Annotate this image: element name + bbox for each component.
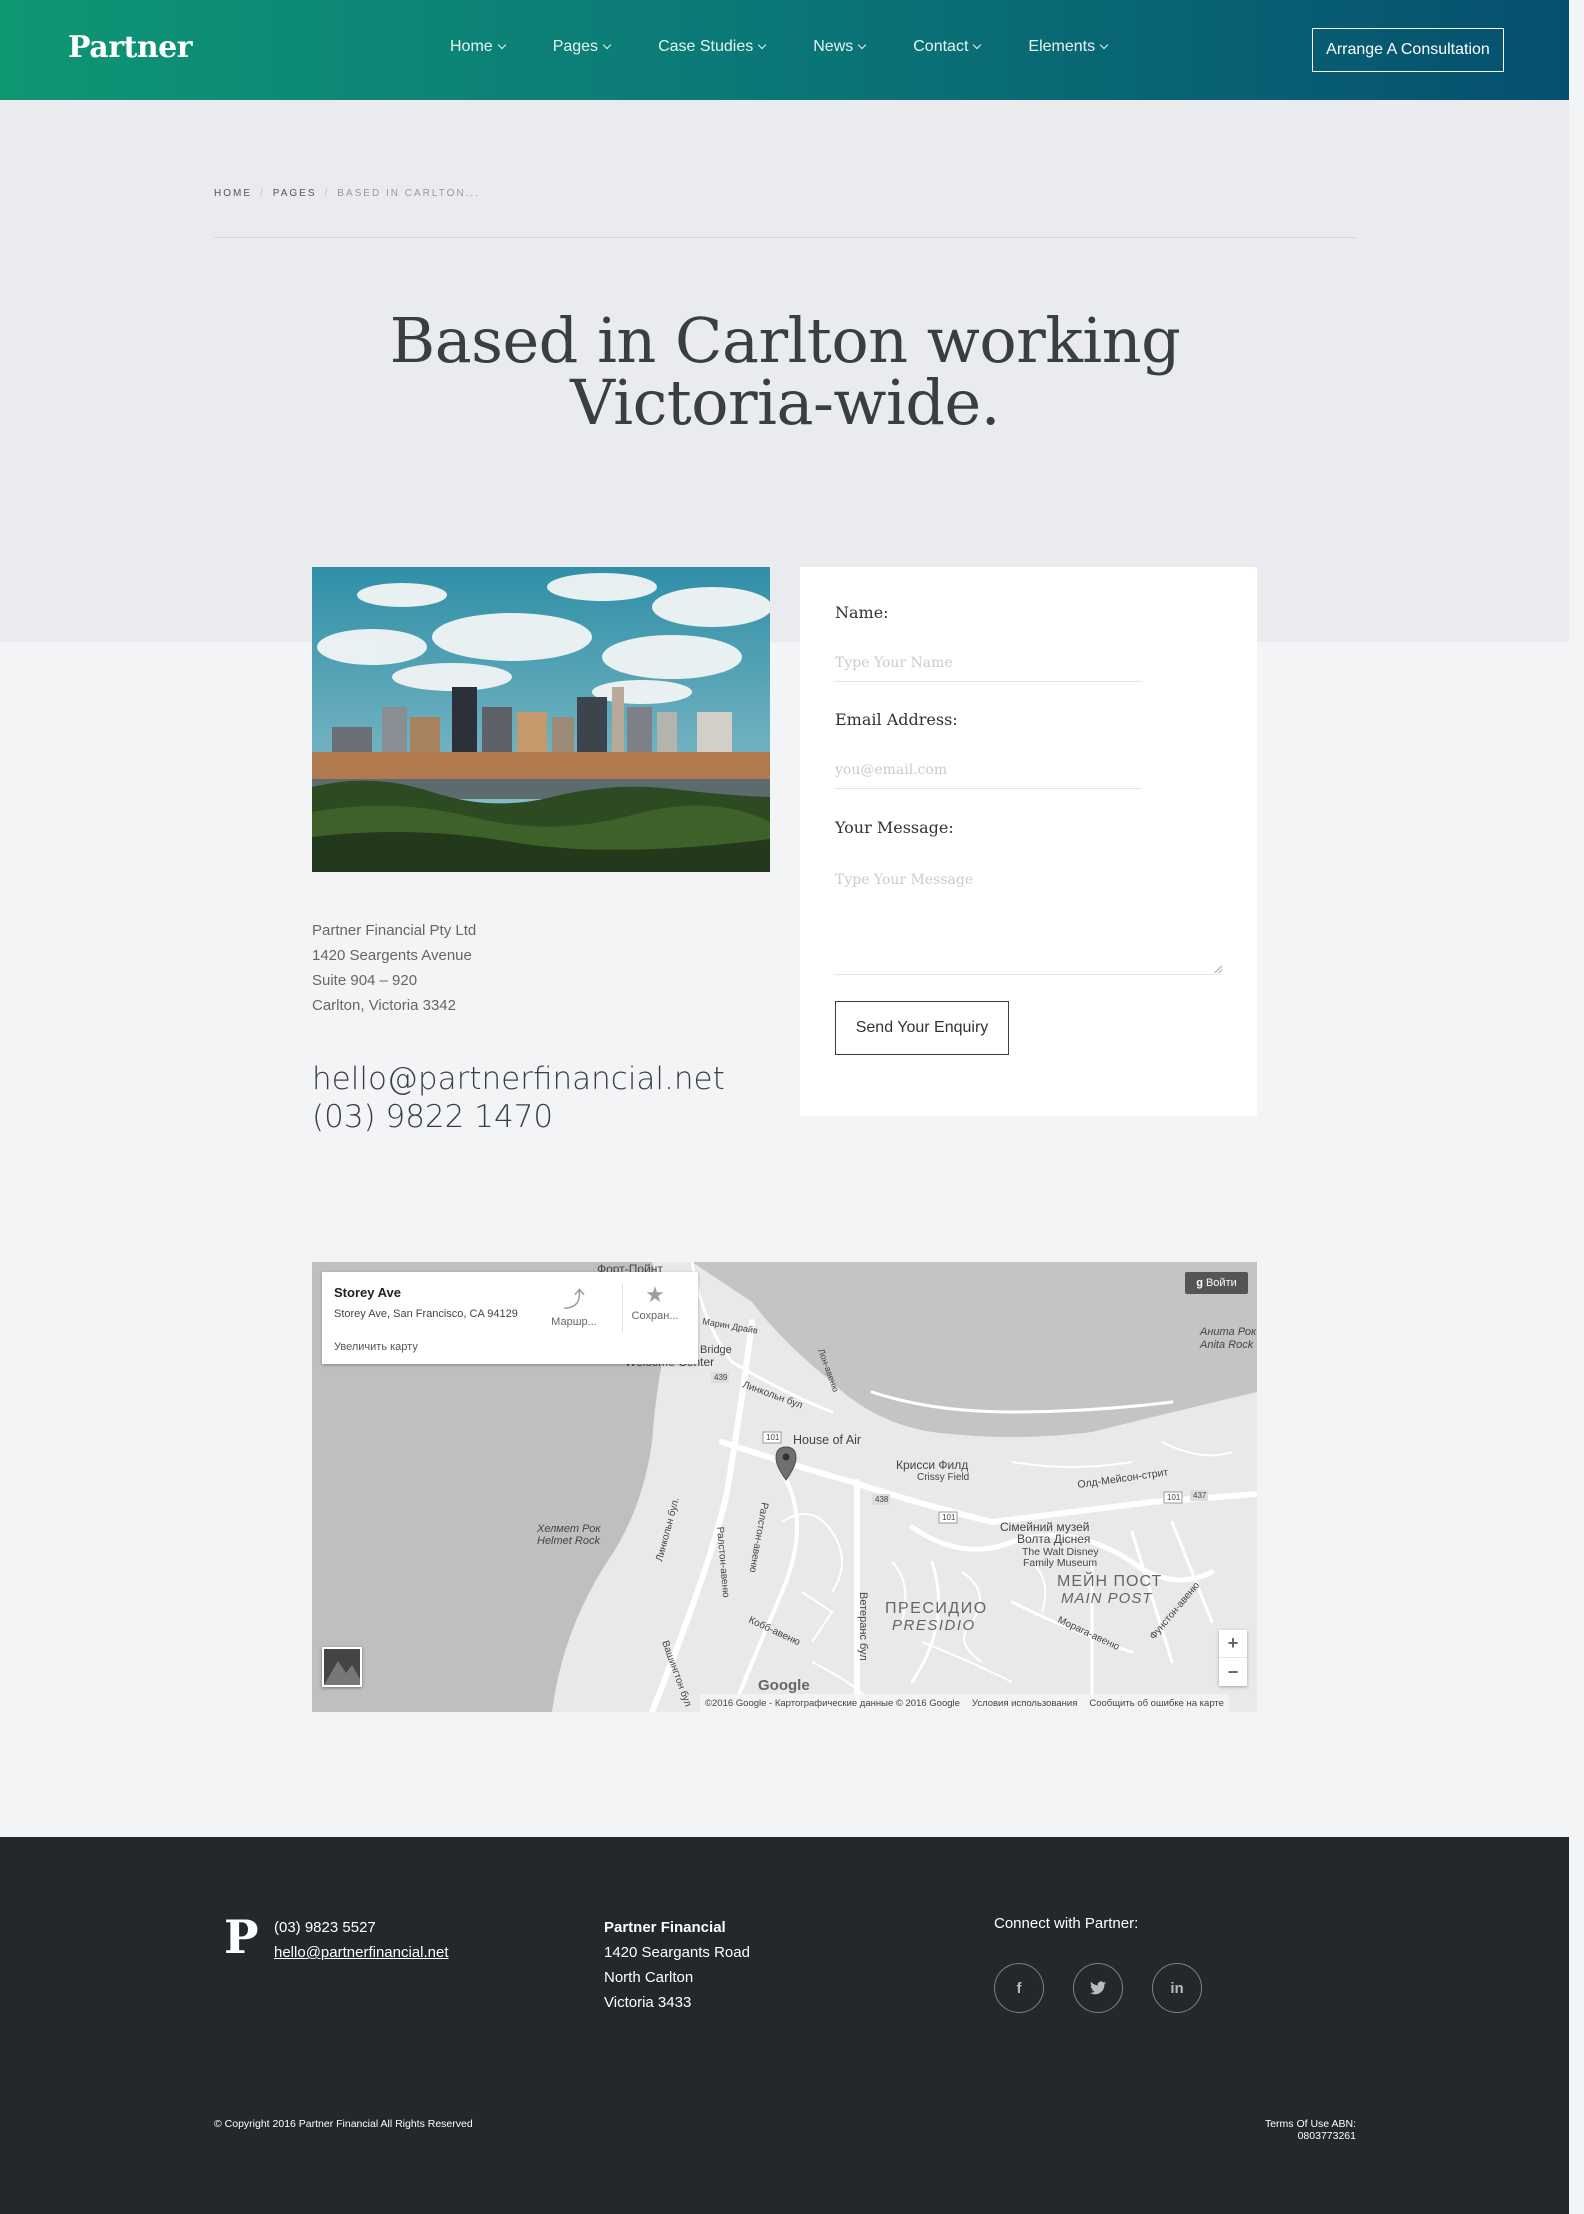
- footer-logo[interactable]: P: [224, 1910, 259, 1964]
- breadcrumb: HOME / PAGES / BASED IN CARLTON...: [214, 188, 480, 199]
- site-header: Partner Home Pages Case Studies News Con…: [0, 0, 1569, 100]
- svg-text:PRESIDIO: PRESIDIO: [892, 1617, 976, 1634]
- breadcrumb-pages[interactable]: PAGES: [273, 188, 317, 199]
- city-skyline-photo: [312, 567, 770, 872]
- footer-phone[interactable]: (03) 9823 5527: [274, 1915, 449, 1940]
- facebook-icon: f: [1016, 1979, 1022, 1997]
- map-report-link[interactable]: Сообщить об ошибке на карте: [1089, 1698, 1224, 1709]
- nav-pages[interactable]: Pages: [553, 38, 612, 56]
- linkedin-button[interactable]: in: [1152, 1963, 1202, 2013]
- chevron-down-icon: [497, 40, 506, 50]
- zoom-out-button[interactable]: −: [1219, 1658, 1247, 1686]
- contact-phone[interactable]: (03) 9822 1470: [312, 1098, 725, 1136]
- email-input[interactable]: [835, 751, 1141, 789]
- svg-text:Crissy Field: Crissy Field: [917, 1472, 969, 1483]
- svg-text:Ветеранс бул: Ветеранс бул: [857, 1592, 869, 1661]
- enquiry-form: Name: Email Address: Your Message: Send …: [800, 567, 1257, 1116]
- map-place-address: Storey Ave, San Francisco, CA 94129: [334, 1308, 518, 1320]
- arrange-consultation-button[interactable]: Arrange A Consultation: [1312, 28, 1504, 72]
- svg-text:101: 101: [942, 1513, 956, 1522]
- contact-email[interactable]: hello@partnerfinancial.net: [312, 1060, 725, 1098]
- map-login-button[interactable]: g Войти: [1185, 1272, 1248, 1294]
- directions-icon: ⤴: [562, 1287, 585, 1312]
- location-map[interactable]: Форт-Пойнт Марин Драйв Bridge Welcome Ce…: [312, 1262, 1257, 1712]
- svg-text:Helmet Rock: Helmet Rock: [537, 1535, 600, 1547]
- chevron-down-icon: [757, 40, 767, 50]
- satellite-view-toggle[interactable]: [322, 1647, 362, 1687]
- svg-text:101: 101: [1167, 1493, 1181, 1502]
- star-icon: ★: [645, 1282, 665, 1307]
- contact-details: hello@partnerfinancial.net (03) 9822 147…: [312, 1060, 725, 1136]
- email-label: Email Address:: [835, 710, 958, 729]
- map-info-card: Storey Ave Storey Ave, San Francisco, CA…: [322, 1272, 698, 1364]
- svg-text:Анита Рок: Анита Рок: [1199, 1326, 1257, 1338]
- site-logo[interactable]: Partner: [68, 30, 193, 65]
- copyright-text: © Copyright 2016 Partner Financial All R…: [214, 2118, 473, 2130]
- svg-text:Хелмет Рок: Хелмет Рок: [536, 1523, 601, 1535]
- svg-text:МЕЙН ПОСТ: МЕЙН ПОСТ: [1057, 1571, 1162, 1590]
- main-nav: Home Pages Case Studies News Contact Ele…: [450, 38, 1155, 56]
- message-textarea[interactable]: [835, 867, 1222, 975]
- footer-contact: (03) 9823 5527 hello@partnerfinancial.ne…: [274, 1915, 449, 1965]
- map-zoom-control: + −: [1219, 1630, 1247, 1686]
- svg-text:Family Museum: Family Museum: [1023, 1557, 1097, 1569]
- map-attribution: ©2016 Google - Картографические данные ©…: [700, 1694, 1229, 1712]
- footer-address: Partner Financial 1420 Seargants Road No…: [604, 1919, 750, 2011]
- svg-text:Anita Rock: Anita Rock: [1199, 1339, 1254, 1351]
- nav-home[interactable]: Home: [450, 38, 506, 56]
- linkedin-icon: in: [1170, 1979, 1184, 1997]
- terms-link[interactable]: Terms Of Use ABN: 0803773261: [1213, 2118, 1356, 2142]
- textarea-resize-handle[interactable]: [1214, 965, 1222, 973]
- directions-button[interactable]: ⤴ Маршр...: [544, 1282, 604, 1328]
- svg-text:MAIN POST: MAIN POST: [1061, 1590, 1153, 1607]
- svg-text:439: 439: [714, 1373, 728, 1382]
- chevron-down-icon: [1099, 40, 1109, 50]
- nav-elements[interactable]: Elements: [1028, 38, 1109, 56]
- enlarge-map-link[interactable]: Увеличить карту: [334, 1341, 418, 1353]
- page-edge: [1569, 0, 1584, 2214]
- message-label: Your Message:: [835, 818, 954, 837]
- chevron-down-icon: [602, 40, 612, 50]
- twitter-icon: [1090, 1981, 1106, 1995]
- chevron-down-icon: [858, 40, 867, 50]
- google-plus-icon: g: [1196, 1277, 1203, 1289]
- breadcrumb-current: BASED IN CARLTON...: [337, 188, 480, 199]
- breadcrumb-divider: [214, 237, 1356, 238]
- svg-text:437: 437: [1193, 1491, 1207, 1500]
- send-enquiry-button[interactable]: Send Your Enquiry: [835, 1001, 1009, 1055]
- nav-news[interactable]: News: [813, 38, 867, 56]
- facebook-button[interactable]: f: [994, 1963, 1044, 2013]
- svg-text:101: 101: [766, 1433, 780, 1442]
- google-logo: Google: [758, 1677, 810, 1694]
- name-input[interactable]: [835, 644, 1141, 682]
- twitter-button[interactable]: [1073, 1963, 1123, 2013]
- chevron-down-icon: [973, 40, 982, 50]
- footer-email-link[interactable]: hello@partnerfinancial.net: [274, 1940, 449, 1965]
- footer-connect-label: Connect with Partner:: [994, 1915, 1139, 1932]
- zoom-in-button[interactable]: +: [1219, 1630, 1247, 1658]
- map-terms-link[interactable]: Условия использования: [972, 1698, 1077, 1709]
- save-place-button[interactable]: ★ Сохран...: [625, 1282, 685, 1322]
- svg-text:438: 438: [875, 1495, 889, 1504]
- svg-text:House of Air: House of Air: [793, 1433, 861, 1447]
- page-title: Based in Carlton working Victoria-wide.: [389, 304, 1181, 439]
- breadcrumb-home[interactable]: HOME: [214, 188, 252, 199]
- office-address: Partner Financial Pty Ltd 1420 Seargents…: [312, 922, 477, 1014]
- nav-contact[interactable]: Contact: [913, 38, 982, 56]
- svg-text:ПРЕСИДИО: ПРЕСИДИО: [885, 1600, 988, 1617]
- svg-text:Крисси Филд: Крисси Филд: [896, 1458, 968, 1472]
- name-label: Name:: [835, 603, 889, 622]
- map-place-title: Storey Ave: [334, 1285, 401, 1300]
- nav-case-studies[interactable]: Case Studies: [658, 38, 767, 56]
- svg-text:Волта Діснея: Волта Діснея: [1017, 1532, 1090, 1546]
- site-footer: P (03) 9823 5527 hello@partnerfinancial.…: [0, 1837, 1569, 2214]
